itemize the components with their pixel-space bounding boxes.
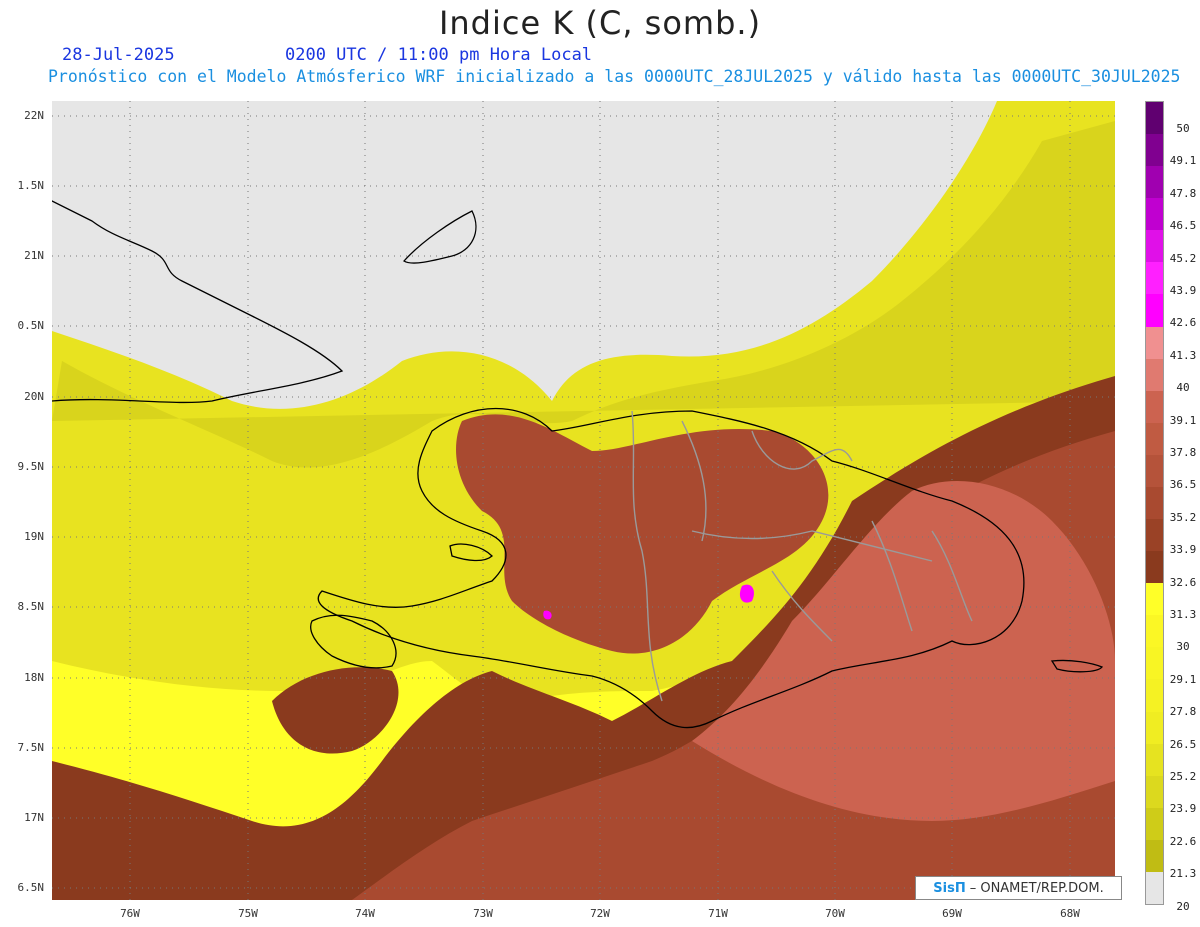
colorbar-segment: [1146, 839, 1163, 872]
lat-label: 17N: [24, 811, 44, 824]
lat-label: 20N: [24, 390, 44, 403]
lon-label: 75W: [238, 907, 258, 920]
lat-label: 21N: [24, 249, 44, 262]
colorbar-segment: [1146, 679, 1163, 712]
colorbar-segment: [1146, 775, 1163, 808]
colorbar-segment: [1146, 486, 1163, 520]
colorbar-segment: [1146, 871, 1163, 904]
colorbar-segment: [1146, 807, 1163, 840]
lat-label: 22N: [24, 109, 44, 122]
colorbar-label: 43.9: [1169, 284, 1197, 297]
k-index-map: [52, 101, 1115, 900]
map-title: Indice K (C, somb.): [438, 4, 762, 42]
lat-label: 19N: [24, 530, 44, 543]
credit-text: – ONAMET/REP.DOM.: [969, 880, 1104, 896]
lon-label: 74W: [355, 907, 375, 920]
credit-box: SisΠ – ONAMET/REP.DOM.: [915, 876, 1122, 900]
colorbar-label: 41.3: [1169, 348, 1197, 362]
field-peak: [739, 584, 754, 603]
colorbar-segment: [1146, 230, 1163, 263]
colorbar-label: 46.5: [1169, 219, 1197, 233]
colorbar-segment: [1146, 615, 1163, 648]
sispi-logo: SisΠ: [933, 880, 966, 896]
lat-label: 7.5N: [17, 741, 45, 754]
lat-label: 9.5N: [17, 460, 45, 473]
colorbar-segment: [1146, 647, 1163, 680]
colorbar-segment: [1146, 134, 1163, 167]
lat-label: 6.5N: [17, 881, 45, 894]
colorbar-label: 49.1: [1169, 154, 1197, 168]
colorbar-label: 26.5: [1169, 737, 1197, 751]
colorbar-label: 25.2: [1169, 770, 1197, 783]
colorbar-segment: [1146, 422, 1163, 455]
colorbar-label: 42.6: [1169, 316, 1197, 330]
lon-label: 76W: [120, 907, 140, 920]
colorbar-label: 50: [1176, 122, 1190, 135]
lon-label: 68W: [1060, 907, 1080, 920]
lon-label: 70W: [825, 907, 845, 920]
colorbar-label: 37.8: [1169, 446, 1197, 459]
colorbar-label: 47.8: [1169, 186, 1197, 200]
colorbar-segment: [1146, 390, 1163, 423]
colorbar-segment: [1146, 198, 1163, 231]
lon-label: 71W: [708, 907, 728, 920]
colorbar-segment: [1146, 294, 1163, 327]
colorbar-segment: [1146, 551, 1163, 584]
colorbar-segment: [1146, 358, 1163, 391]
colorbar-label: 39.1: [1169, 413, 1197, 427]
forecast-time: 0200 UTC / 11:00 pm Hora Local: [285, 45, 593, 65]
lon-label: 72W: [590, 907, 610, 920]
colorbar-label: 29.1: [1169, 672, 1197, 686]
colorbar-label: 20: [1176, 899, 1190, 913]
colorbar-label: 30: [1176, 640, 1190, 654]
colorbar: [1145, 101, 1164, 905]
lat-label: 1.5N: [17, 179, 45, 192]
forecast-date: 28-Jul-2025: [62, 45, 175, 65]
colorbar-segment: [1146, 519, 1163, 552]
colorbar-segment: [1146, 102, 1163, 135]
colorbar-segment: [1146, 583, 1163, 616]
lon-label: 73W: [473, 907, 493, 920]
colorbar-label: 27.8: [1169, 705, 1197, 719]
colorbar-label: 21.3: [1169, 867, 1197, 881]
colorbar-label: 35.2: [1169, 510, 1197, 524]
lon-label: 69W: [942, 907, 962, 920]
colorbar-label: 22.6: [1169, 834, 1197, 848]
colorbar-label: 36.5: [1169, 478, 1197, 492]
colorbar-label: 23.9: [1169, 802, 1197, 816]
colorbar-segment: [1146, 166, 1163, 199]
colorbar-label: 31.3: [1169, 608, 1197, 621]
lat-label: 18N: [24, 671, 44, 684]
colorbar-label: 40: [1176, 381, 1190, 395]
colorbar-segment: [1146, 743, 1163, 776]
colorbar-segment: [1146, 262, 1163, 295]
colorbar-segment: [1146, 326, 1163, 359]
lat-label: 0.5N: [17, 319, 45, 332]
forecast-description: Pronóstico con el Modelo Atmósferico WRF…: [48, 67, 1181, 86]
colorbar-segment: [1146, 454, 1163, 487]
colorbar-label: 45.2: [1169, 251, 1197, 265]
colorbar-label: 32.6: [1169, 575, 1197, 589]
colorbar-segment: [1146, 711, 1163, 744]
lat-label: 8.5N: [17, 600, 45, 613]
colorbar-label: 33.9: [1169, 543, 1197, 557]
